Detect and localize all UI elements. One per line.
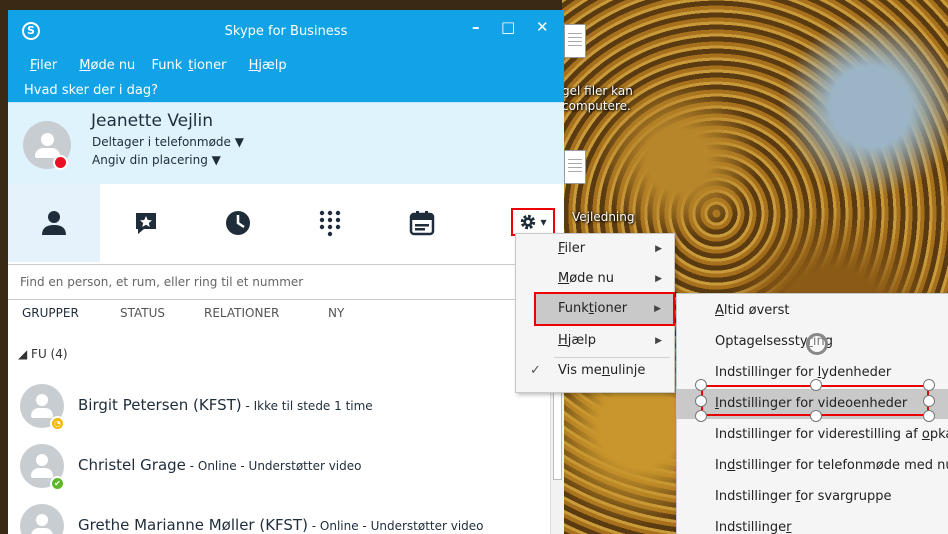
desktop-file-icon[interactable] bbox=[564, 150, 586, 184]
close-button[interactable]: ✕ bbox=[536, 18, 549, 36]
caret-down-icon: ▼ bbox=[234, 135, 244, 149]
online-status-icon: ✔ bbox=[50, 476, 65, 491]
options-gear-button[interactable]: ▾ bbox=[511, 208, 555, 236]
main-nav-tabs: ▾ bbox=[8, 184, 564, 262]
options-menu-help[interactable]: Hjælp ▶ bbox=[516, 326, 674, 356]
resize-handle[interactable] bbox=[695, 410, 707, 422]
caret-down-icon: ▾ bbox=[540, 215, 547, 229]
chat-star-icon bbox=[136, 213, 156, 234]
contact-row[interactable]: ✔ Grethe Marianne Møller (KFST) - Online… bbox=[8, 498, 544, 534]
chat-tab[interactable] bbox=[100, 184, 192, 262]
clock-icon bbox=[226, 211, 250, 235]
resize-handle[interactable] bbox=[695, 395, 707, 407]
tab-relations[interactable]: RELATIONER bbox=[204, 306, 279, 320]
dialpad-tab[interactable] bbox=[284, 184, 376, 262]
click-cursor-icon bbox=[806, 333, 828, 355]
menu-help[interactable]: Hjælp bbox=[243, 58, 293, 73]
contact-status-note: - Ikke til stede 1 time bbox=[241, 399, 373, 413]
resize-handle[interactable] bbox=[695, 379, 707, 391]
contacts-tab[interactable] bbox=[8, 184, 100, 262]
search-bar bbox=[8, 264, 550, 300]
chevron-right-icon: ▶ bbox=[654, 304, 661, 314]
contact-avatar bbox=[20, 504, 64, 534]
resize-handle[interactable] bbox=[923, 410, 935, 422]
caret-down-icon: ▼ bbox=[211, 153, 221, 167]
location-dropdown[interactable]: Angiv din placering ▼ bbox=[92, 153, 221, 167]
options-menu-meet-now[interactable]: Møde nu ▶ bbox=[516, 264, 674, 294]
options-menu-tools[interactable]: Funktioner ▶ bbox=[534, 292, 675, 326]
history-tab[interactable] bbox=[192, 184, 284, 262]
profile-area: Jeanette Vejlin Deltager i telefonmøde ▼… bbox=[8, 102, 564, 184]
contact-name: Christel Grage bbox=[78, 456, 186, 474]
contact-name: Grethe Marianne Møller (KFST) bbox=[78, 516, 308, 534]
desktop-file-label[interactable]: gel filer kan computere. bbox=[562, 84, 633, 114]
title-bar: S Skype for Business – □ ✕ Filer Møde nu… bbox=[8, 10, 564, 102]
calendar-icon bbox=[409, 211, 435, 236]
submenu-response-group-settings[interactable]: Indstillinger for svargruppe bbox=[677, 482, 948, 512]
presence-status-icon bbox=[53, 155, 68, 170]
minimize-button[interactable]: – bbox=[472, 18, 480, 36]
menu-files[interactable]: Filer bbox=[24, 58, 63, 73]
options-menu: Filer ▶ Møde nu ▶ Funktioner ▶ Hjælp ▶ ✓… bbox=[515, 233, 675, 393]
user-name: Jeanette Vejlin bbox=[91, 111, 214, 131]
submenu-always-on-top[interactable]: Altid øverst bbox=[677, 296, 948, 326]
submenu-options[interactable]: Indstillinger bbox=[677, 513, 948, 534]
desktop-file-icon[interactable] bbox=[564, 24, 586, 58]
meetings-tab[interactable] bbox=[376, 184, 468, 262]
gear-icon bbox=[521, 214, 536, 230]
skype-window: S Skype for Business – □ ✕ Filer Møde nu… bbox=[8, 10, 564, 534]
menu-bar: Filer Møde nu Funk tioner Hjælp bbox=[24, 58, 299, 73]
resize-handle[interactable] bbox=[810, 379, 822, 391]
tab-groups[interactable]: GRUPPER bbox=[22, 306, 79, 320]
tab-status[interactable]: STATUS bbox=[120, 306, 165, 320]
submenu-dial-in-conferencing-settings[interactable]: Indstillinger for telefonmøde med nummer bbox=[677, 451, 948, 481]
contact-name: Birgit Petersen (KFST) bbox=[78, 396, 242, 414]
options-menu-show-menubar[interactable]: ✓ Vis menulinje bbox=[516, 356, 674, 386]
contact-status-note: - Online - Understøtter video bbox=[185, 459, 362, 473]
contact-row[interactable]: ◔ Birgit Petersen (KFST) - Ikke til sted… bbox=[8, 378, 544, 434]
submenu-call-forwarding-settings[interactable]: Indstillinger for viderestilling af opka… bbox=[677, 420, 948, 450]
window-title: Skype for Business bbox=[224, 24, 348, 39]
maximize-button[interactable]: □ bbox=[501, 18, 515, 36]
contact-list-scrollbar[interactable] bbox=[550, 372, 564, 534]
presence-status-dropdown[interactable]: Deltager i telefonmøde ▼ bbox=[92, 135, 244, 149]
group-header-fu[interactable]: ◢ FU (4) bbox=[18, 347, 68, 361]
desktop-file-label[interactable]: Vejledning bbox=[572, 210, 635, 225]
tab-new[interactable]: NY bbox=[328, 306, 344, 320]
contact-row[interactable]: ✔ Christel Grage - Online - Understøtter… bbox=[8, 438, 544, 494]
resize-handle[interactable] bbox=[923, 395, 935, 407]
options-menu-files[interactable]: Filer ▶ bbox=[516, 234, 674, 264]
checkmark-icon: ✓ bbox=[530, 363, 541, 378]
contact-status-note: - Online - Understøtter video bbox=[307, 519, 484, 533]
menu-tools[interactable]: Funk tioner bbox=[151, 58, 232, 73]
dialpad-icon bbox=[319, 210, 341, 237]
menu-meet-now[interactable]: Møde nu bbox=[73, 58, 141, 73]
search-input[interactable] bbox=[8, 265, 550, 299]
chevron-right-icon: ▶ bbox=[655, 336, 662, 346]
away-status-icon: ◔ bbox=[50, 416, 65, 431]
status-message-input[interactable]: Hvad sker der i dag? bbox=[24, 83, 158, 98]
chevron-right-icon: ▶ bbox=[655, 244, 662, 254]
resize-handle[interactable] bbox=[923, 379, 935, 391]
person-icon bbox=[42, 211, 66, 235]
chevron-right-icon: ▶ bbox=[655, 274, 662, 284]
resize-handle[interactable] bbox=[810, 410, 822, 422]
